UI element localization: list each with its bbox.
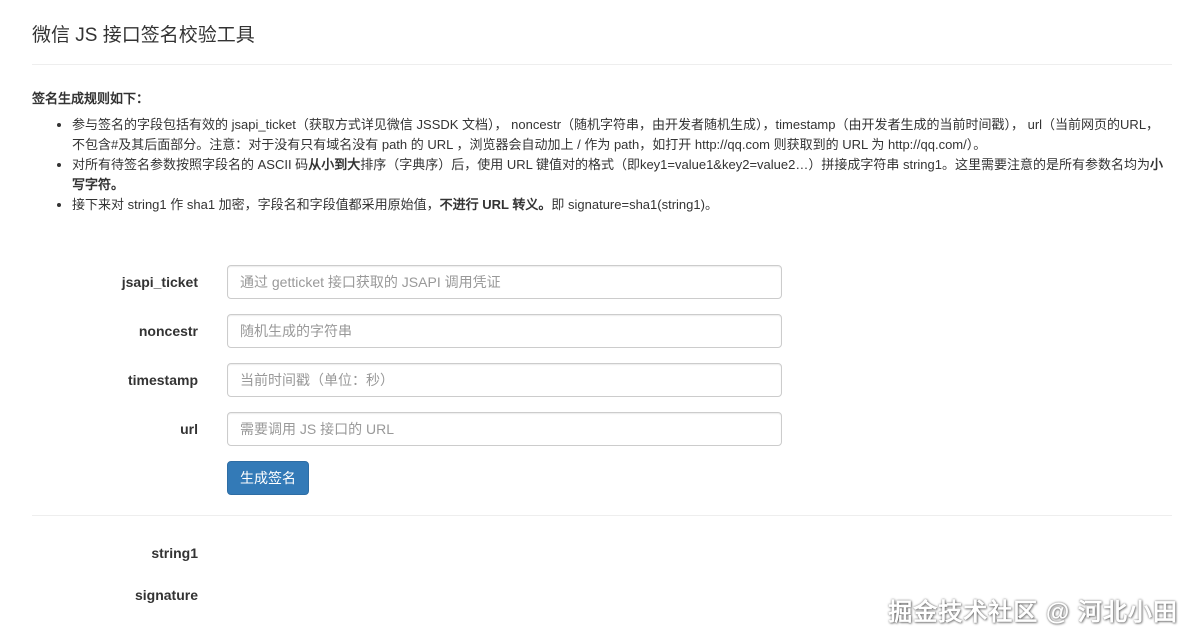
jsapi-ticket-row: jsapi_ticket <box>32 265 792 299</box>
jsapi-ticket-label: jsapi_ticket <box>121 274 198 290</box>
page-title: 微信 JS 接口签名校验工具 <box>32 25 255 46</box>
rule-text: 接下来对 string1 作 sha1 加密，字段名和字段值都采用原始值， <box>72 197 440 212</box>
generate-signature-button[interactable]: 生成签名 <box>227 461 309 495</box>
timestamp-label: timestamp <box>127 372 198 388</box>
watermark: 掘金技术社区 @ 河北小田 <box>888 599 1178 626</box>
url-label: url <box>180 421 198 437</box>
header-divider <box>32 64 1172 65</box>
jsapi-ticket-input[interactable] <box>227 265 782 299</box>
timestamp-input[interactable] <box>227 363 782 397</box>
rule-text: 排序（字典序）后，使用 URL 键值对的格式（即key1=value1&key2… <box>360 157 1150 172</box>
noncestr-label: noncestr <box>138 323 198 339</box>
rule-text: 对所有待签名参数按照字段名的 ASCII 码 <box>72 157 309 172</box>
rule-text: 参与签名的字段包括有效的 jsapi_ticket（获取方式详见微信 JSSDK… <box>72 117 1160 152</box>
timestamp-row: timestamp <box>32 363 792 397</box>
rule-item: 接下来对 string1 作 sha1 加密，字段名和字段值都采用原始值，不进行… <box>72 195 1172 215</box>
rule-text: 即 signature=sha1(string1)。 <box>551 197 718 212</box>
rules-heading: 签名生成规则如下： <box>32 91 150 106</box>
rule-item: 对所有待签名参数按照字段名的 ASCII 码从小到大排序（字典序）后，使用 UR… <box>72 155 1172 195</box>
signature-label: signature <box>134 587 198 603</box>
url-input[interactable] <box>227 412 782 446</box>
rule-item: 参与签名的字段包括有效的 jsapi_ticket（获取方式详见微信 JSSDK… <box>72 115 1172 155</box>
url-row: url <box>32 412 792 446</box>
rule-emphasis: 从小到大 <box>308 157 361 172</box>
string1-label: string1 <box>151 545 198 561</box>
result-divider <box>32 515 1172 516</box>
noncestr-input[interactable] <box>227 314 782 348</box>
rules-list: 参与签名的字段包括有效的 jsapi_ticket（获取方式详见微信 JSSDK… <box>32 115 1172 215</box>
rule-emphasis: 不进行 URL 转义。 <box>439 197 552 212</box>
noncestr-row: noncestr <box>32 314 792 348</box>
